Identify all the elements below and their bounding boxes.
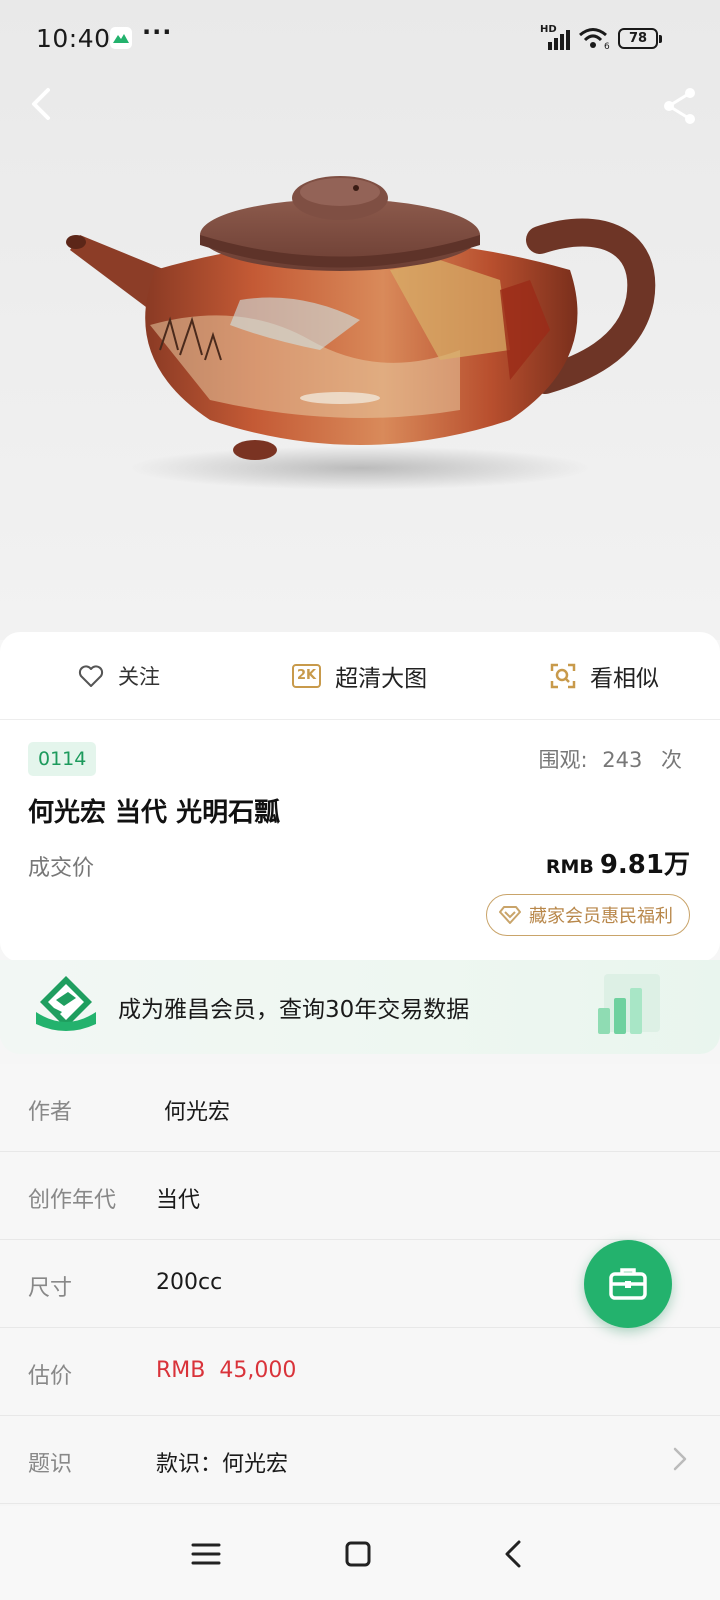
estimate-currency: RMB <box>156 1358 206 1383</box>
artron-logo-icon <box>36 976 96 1031</box>
wifi-badge: 6 <box>604 42 610 52</box>
detail-label: 尺寸 <box>28 1276 73 1301</box>
lot-title: 何光宏 当代 光明石瓢 <box>28 798 281 828</box>
detail-value: 款识：何光宏 <box>156 1452 289 1477</box>
detail-row-period: 创作年代 当代 <box>0 1152 720 1240</box>
chevron-right-icon <box>673 1447 687 1471</box>
status-icons: HD 6 78 <box>540 24 662 54</box>
lot-number-badge: 0114 <box>28 742 97 776</box>
battery-icon: 78 <box>618 28 662 49</box>
views-label: 围观: <box>538 748 588 772</box>
price-currency: RMB <box>545 856 594 878</box>
price-amount: 9.81万 <box>599 850 690 880</box>
heart-icon <box>78 664 104 688</box>
status-time: 10:40 <box>36 24 111 53</box>
detail-label: 估价 <box>28 1364 73 1389</box>
view-count: 围观: 243 次 <box>538 744 682 774</box>
briefcase-fab-button[interactable] <box>584 1240 672 1328</box>
detail-label: 题识 <box>28 1452 73 1477</box>
system-nav-bar <box>0 1506 720 1600</box>
app-notification-icon <box>110 27 132 49</box>
back-icon[interactable] <box>22 84 62 124</box>
membership-promo-banner[interactable]: 成为雅昌会员，查询30年交易数据 <box>0 960 720 1054</box>
follow-button[interactable]: 关注 <box>78 632 160 720</box>
price-label: 成交价 <box>28 856 95 881</box>
hd-image-button[interactable]: 2K 超清大图 <box>292 632 427 720</box>
image-search-icon <box>550 663 576 689</box>
lot-summary-card: 关注 2K 超清大图 看相似 0114 围观: 243 次 何光宏 当代 光明石… <box>0 632 720 962</box>
member-benefit-button[interactable]: 藏家会员惠民福利 <box>486 894 690 936</box>
detail-row-author: 作者 何光宏 <box>0 1064 720 1152</box>
promo-text: 成为雅昌会员，查询30年交易数据 <box>118 997 470 1023</box>
detail-label: 创作年代 <box>28 1188 117 1213</box>
lot-image[interactable]: 10:40 ··· HD 6 78 <box>0 0 720 640</box>
action-bar: 关注 2K 超清大图 看相似 <box>0 632 720 720</box>
detail-value: 当代 <box>156 1188 201 1213</box>
bar-chart-decoration-icon <box>598 974 660 1034</box>
similar-button[interactable]: 看相似 <box>550 632 659 720</box>
signal-icon <box>548 30 570 50</box>
similar-label: 看相似 <box>590 666 659 692</box>
estimate-value: RMB 45,000 <box>156 1358 296 1383</box>
diamond-icon <box>499 905 521 925</box>
home-icon[interactable] <box>338 1534 378 1574</box>
follow-label: 关注 <box>118 665 160 689</box>
hammer-price: RMB 9.81万 <box>546 844 690 881</box>
detail-value: 200cc <box>156 1270 223 1295</box>
views-unit: 次 <box>661 748 682 772</box>
2k-badge-icon: 2K <box>292 664 322 688</box>
views-count: 243 <box>602 748 643 772</box>
teapot-photo <box>66 176 656 490</box>
menu-icon[interactable] <box>186 1534 226 1574</box>
detail-label: 作者 <box>28 1100 73 1125</box>
detail-value: 何光宏 <box>164 1100 231 1125</box>
detail-row-estimate: 估价 RMB 45,000 <box>0 1328 720 1416</box>
share-icon[interactable] <box>658 84 702 128</box>
status-bar: 10:40 ··· HD 6 78 <box>0 0 720 78</box>
more-notifications-icon: ··· <box>142 18 173 46</box>
hd-image-label: 超清大图 <box>335 666 428 692</box>
app-root: 10:40 ··· HD 6 78 关注 2K 超清大图 看相似 0114 围观… <box>0 0 720 1600</box>
nav-back-icon[interactable] <box>494 1534 534 1574</box>
detail-row-inscription[interactable]: 题识 款识：何光宏 <box>0 1416 720 1504</box>
estimate-amount: 45,000 <box>219 1358 297 1383</box>
member-benefit-label: 藏家会员惠民福利 <box>529 906 673 927</box>
briefcase-icon <box>609 1268 647 1300</box>
